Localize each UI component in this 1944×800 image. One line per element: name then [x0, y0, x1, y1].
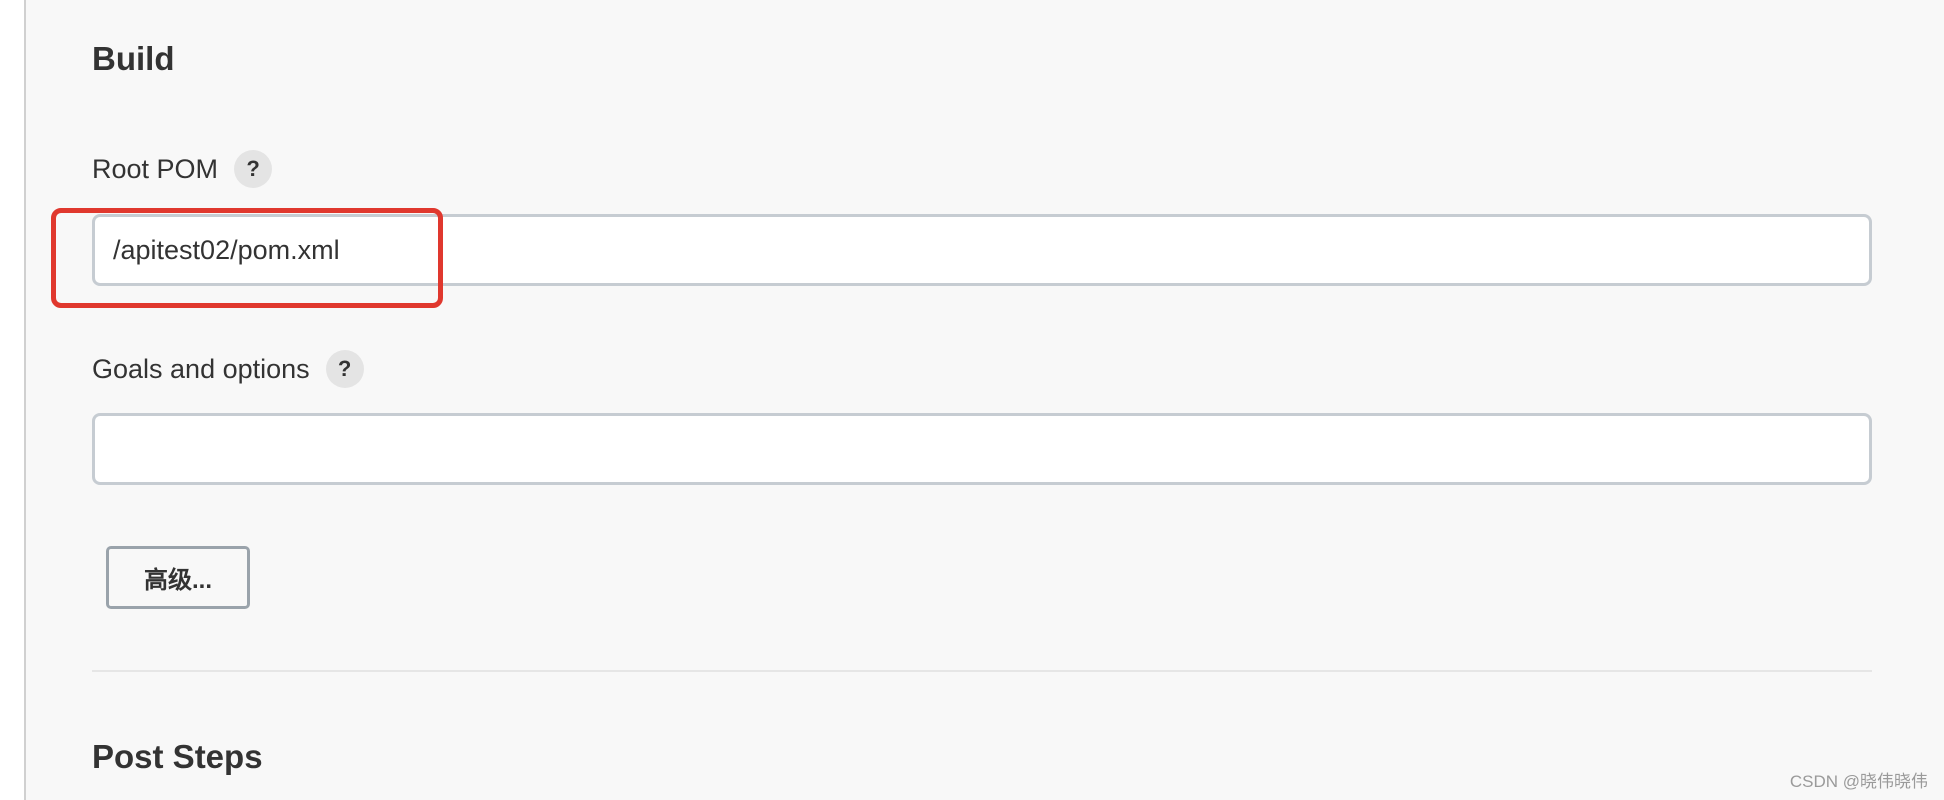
root-pom-help-icon[interactable]: ?: [234, 150, 273, 188]
root-pom-label: Root POM: [92, 153, 219, 184]
build-config-panel: Build Root POM ? Goals and options ? 高级.…: [24, 0, 1944, 800]
goals-and-options-input[interactable]: [92, 413, 1872, 485]
build-section-title: Build: [92, 40, 175, 77]
goals-and-options-help-icon[interactable]: ?: [325, 350, 364, 388]
watermark: CSDN @晓伟晓伟: [1789, 772, 1928, 791]
goals-and-options-label: Goals and options: [92, 353, 310, 384]
section-divider: [92, 670, 1872, 672]
root-pom-input[interactable]: [92, 214, 1872, 286]
root-pom-label-row: Root POM ?: [92, 150, 273, 188]
post-steps-section-title: Post Steps: [92, 738, 263, 775]
goals-and-options-label-row: Goals and options ?: [92, 350, 364, 388]
advanced-button[interactable]: 高级...: [106, 546, 250, 609]
